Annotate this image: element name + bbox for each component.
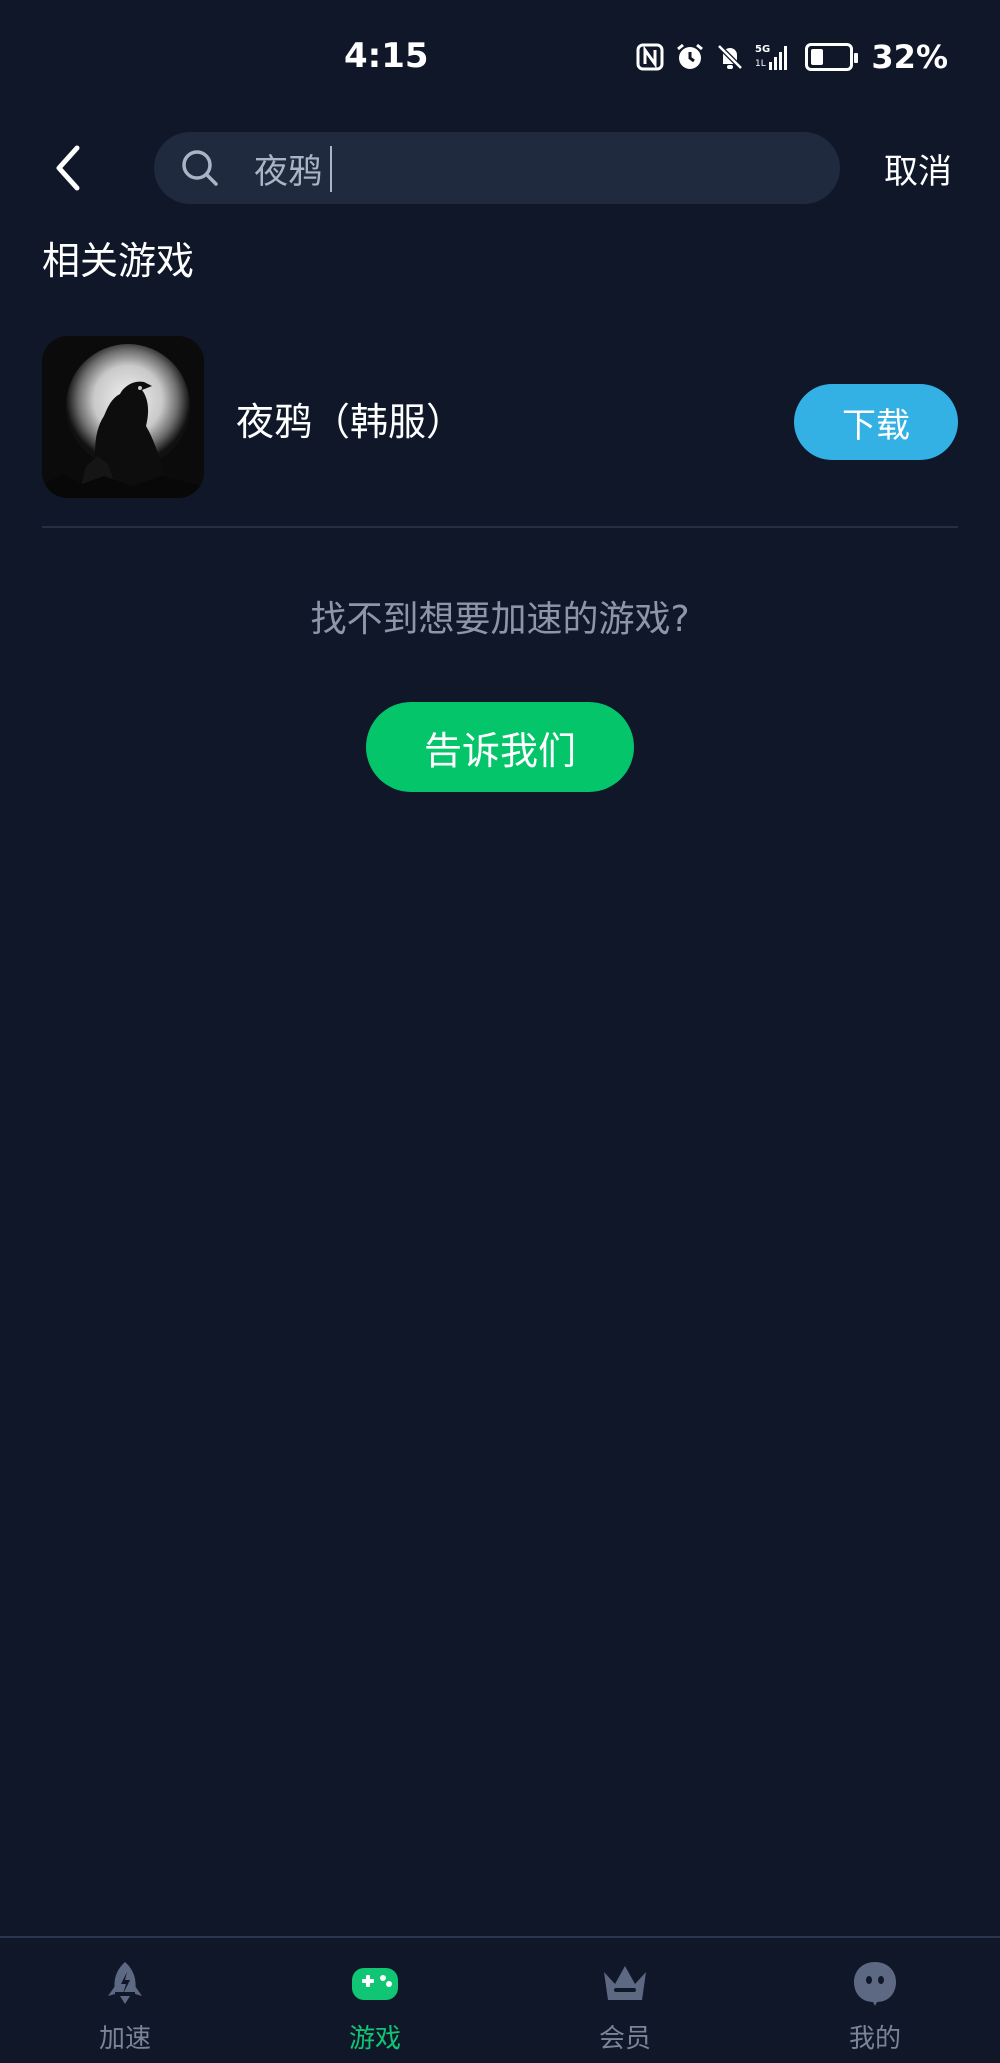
status-time: 4:15 (344, 36, 429, 76)
download-button[interactable]: 下载 (794, 384, 958, 460)
nav-item-profile[interactable]: 我的 (750, 1938, 1000, 2063)
chevron-left-icon (56, 145, 80, 191)
search-box[interactable] (154, 132, 840, 204)
nav-item-accelerate[interactable]: 加速 (0, 1938, 250, 2063)
cancel-button[interactable]: 取消 (884, 144, 952, 193)
nav-label: 加速 (98, 2024, 151, 2054)
battery-percent: 32% (871, 38, 948, 76)
alarm-icon (677, 43, 704, 69)
status-bar: 4:15 5G 1L 32% (0, 0, 1000, 118)
back-button[interactable] (40, 132, 96, 204)
divider (42, 526, 958, 528)
search-icon (182, 150, 218, 186)
status-icons: 5G 1L 32% (635, 38, 948, 76)
game-icon (42, 336, 204, 498)
nav-label: 会员 (598, 2024, 651, 2054)
battery-fill (811, 49, 824, 65)
gamepad-icon (352, 1968, 398, 2000)
nfc-icon (636, 43, 664, 71)
game-result-row[interactable]: 夜鸦（韩服） 下载 (42, 336, 958, 498)
game-name: 夜鸦（韩服） (236, 400, 465, 444)
search-screen: 4:15 5G 1L 32% 夜鸦 取消 相关游戏 夜鸦（韩服） 下载 找不到想… (0, 0, 1000, 2063)
crown-icon (604, 1966, 646, 2000)
section-title: 相关游戏 (42, 239, 195, 283)
nav-label: 我的 (848, 2024, 901, 2054)
nav-item-games[interactable]: 游戏 (250, 1938, 500, 2063)
signal-5g-icon: 5G 1L (755, 44, 788, 70)
tell-us-button[interactable]: 告诉我们 (366, 702, 634, 792)
svg-text:1L: 1L (755, 59, 766, 69)
text-caret (330, 146, 332, 192)
rocket-icon (108, 1962, 142, 2004)
nav-label: 游戏 (348, 2024, 401, 2054)
bell-off-icon (717, 44, 744, 70)
battery-tip (854, 53, 859, 63)
search-input[interactable] (254, 140, 814, 196)
not-found-notice: 找不到想要加速的游戏? (310, 599, 690, 640)
svg-text:5G: 5G (755, 44, 770, 55)
bottom-nav: 加速 游戏 会员 我的 (0, 1936, 1000, 2063)
profile-icon (854, 1962, 896, 2006)
nav-item-membership[interactable]: 会员 (500, 1938, 750, 2063)
battery-icon (805, 43, 859, 71)
